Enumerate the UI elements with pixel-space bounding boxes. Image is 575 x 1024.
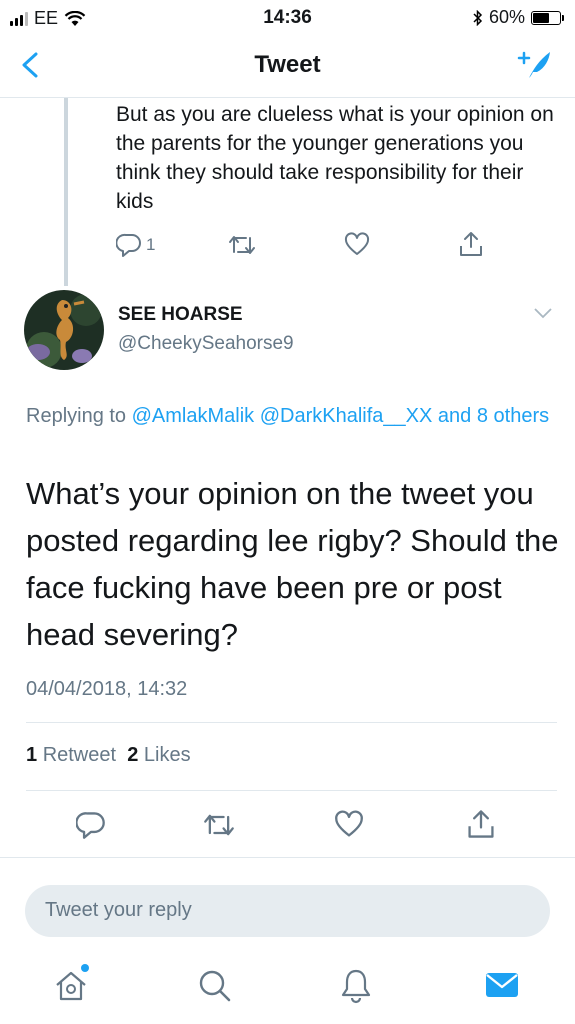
status-right: 60% xyxy=(473,7,564,28)
notifications-icon[interactable] xyxy=(336,965,376,1005)
tweet-stats: 1 Retweet 2 Likes xyxy=(26,744,191,767)
author-handle[interactable]: @CheekySeahorse9 xyxy=(118,333,294,355)
status-bar: EE 14:36 60% xyxy=(0,0,575,34)
parent-tweet-actions: 1 xyxy=(116,230,496,260)
share-icon[interactable] xyxy=(466,808,496,840)
mention-link[interactable]: @DarkKhalifa__XX xyxy=(260,405,433,427)
like-icon[interactable] xyxy=(334,810,364,840)
battery-percent: 60% xyxy=(488,7,525,27)
reply-section-divider xyxy=(0,857,575,871)
navigation-bar: Tweet xyxy=(0,34,575,98)
tweet-timestamp: 04/04/2018, 14:32 xyxy=(26,678,188,700)
retweet-icon[interactable] xyxy=(203,810,235,840)
retweet-label: Retweet xyxy=(42,744,117,766)
likes-label: Likes xyxy=(143,744,191,766)
retweet-count: 1 xyxy=(26,744,38,766)
replying-prefix: Replying to xyxy=(26,405,127,427)
reply-icon xyxy=(116,233,141,257)
likes-stat[interactable]: 2 Likes xyxy=(127,744,190,766)
compose-tweet-icon[interactable] xyxy=(517,48,553,82)
reply-icon[interactable] xyxy=(76,810,106,840)
divider xyxy=(26,722,557,723)
parent-share-button[interactable] xyxy=(458,230,484,258)
parent-reply-count: 1 xyxy=(146,235,156,254)
page-title: Tweet xyxy=(254,51,321,78)
parent-reply-button[interactable]: 1 xyxy=(116,232,155,258)
like-count: 2 xyxy=(127,744,139,766)
mention-link[interactable]: @AmlakMalik xyxy=(132,405,255,427)
share-icon xyxy=(460,232,482,256)
battery-icon xyxy=(531,10,564,25)
chevron-down-icon[interactable] xyxy=(533,306,553,320)
parent-like-button[interactable] xyxy=(344,232,370,258)
battery-fill xyxy=(533,12,549,23)
reply-input[interactable]: Tweet your reply xyxy=(25,885,550,937)
tweet-text: What’s your opinion on the tweet you pos… xyxy=(26,476,559,652)
retweet-icon xyxy=(229,236,255,254)
divider xyxy=(26,790,557,791)
others-link[interactable]: 8 others xyxy=(477,405,549,427)
tab-bar xyxy=(0,955,575,1024)
author-display-name[interactable]: SEE HOARSE xyxy=(118,304,243,326)
replying-to: Replying to @AmlakMalik @DarkKhalifa__XX… xyxy=(26,400,556,432)
mention-conjunction[interactable]: and xyxy=(438,405,471,427)
search-icon[interactable] xyxy=(194,965,234,1005)
tweet-actions xyxy=(0,800,575,850)
bluetooth-icon xyxy=(473,9,483,26)
thread-line xyxy=(64,98,68,286)
avatar[interactable] xyxy=(24,290,104,370)
home-notification-dot xyxy=(81,964,89,972)
parent-retweet-button[interactable] xyxy=(228,232,256,258)
reply-placeholder: Tweet your reply xyxy=(45,899,192,921)
seahorse-avatar-image xyxy=(24,290,104,370)
parent-tweet-text: But as you are clueless what is your opi… xyxy=(116,103,554,213)
retweet-stat[interactable]: 1 Retweet xyxy=(26,744,116,766)
like-icon xyxy=(344,232,370,255)
messages-icon[interactable] xyxy=(482,965,522,1005)
